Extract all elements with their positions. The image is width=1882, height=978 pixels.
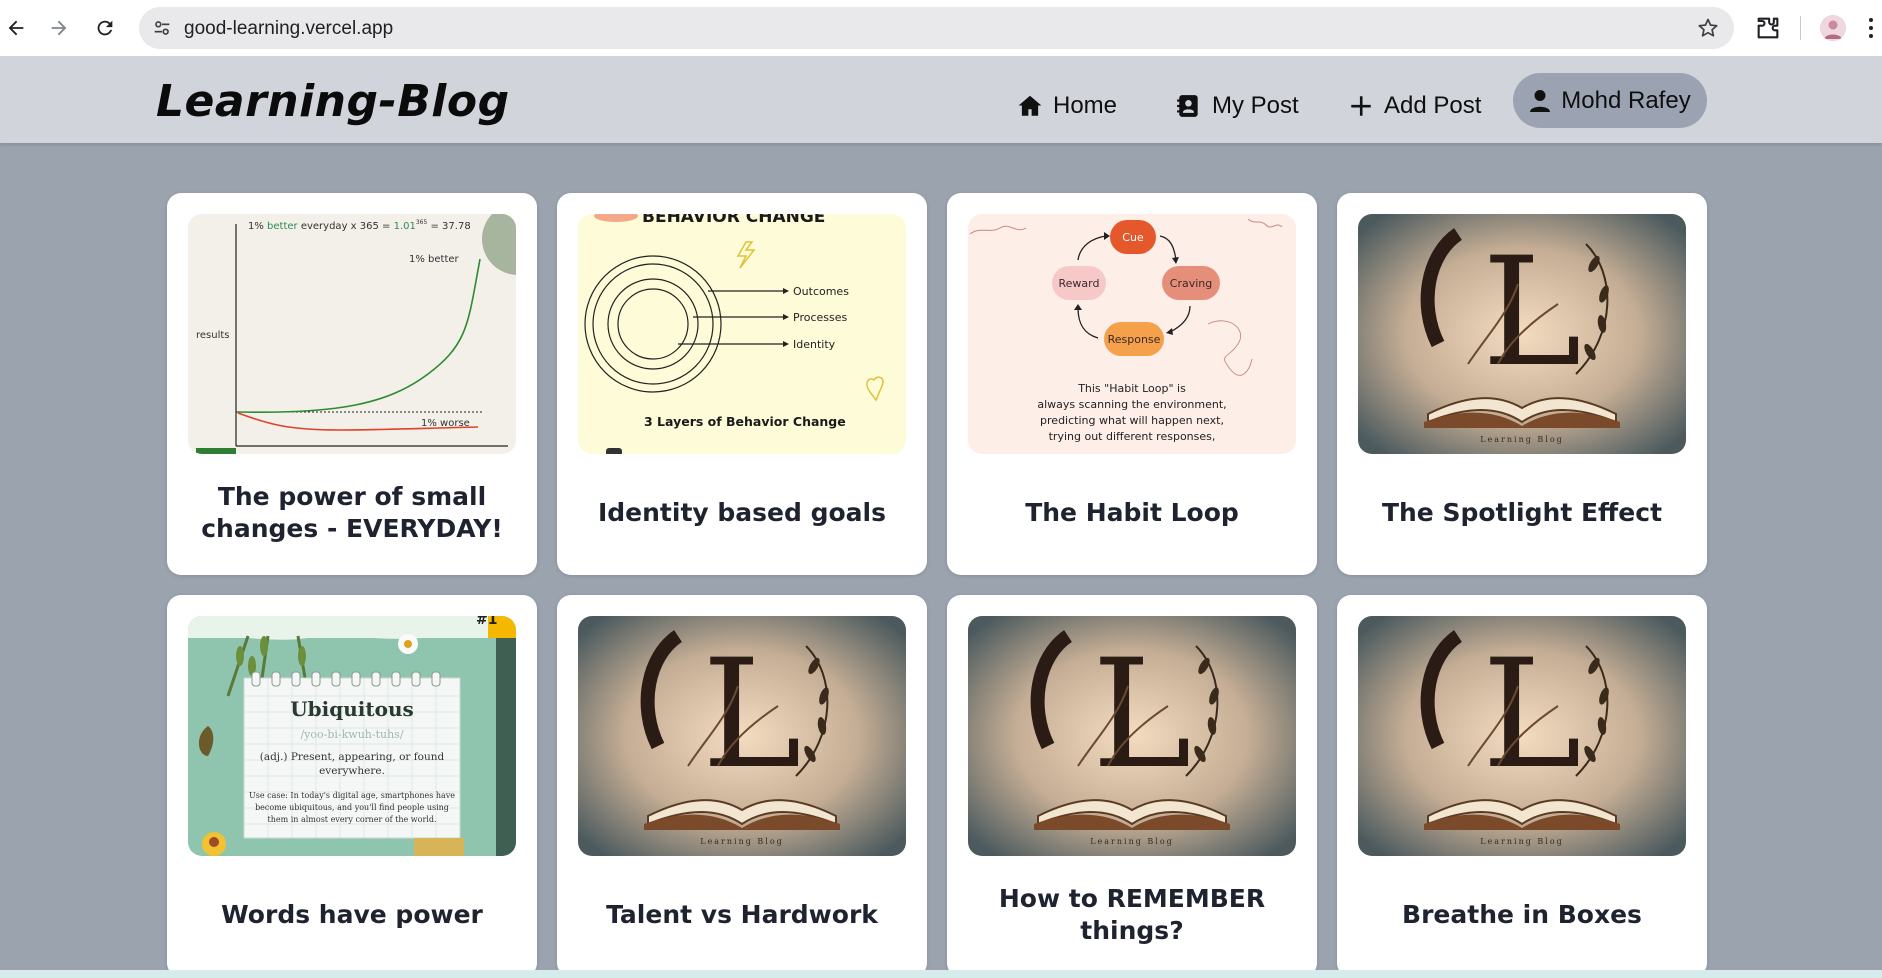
post-thumbnail[interactable]: Cue Craving Response Reward This "Habit …	[968, 214, 1296, 454]
svg-text:Learning Blog: Learning Blog	[700, 837, 784, 846]
svg-text:Craving: Craving	[1170, 277, 1212, 290]
behavior-change-image: BEHAVIOR CHANGE Outcomes Processes Ident…	[578, 214, 906, 454]
svg-text:/yoo-bi-kwuh-tuhs/: /yoo-bi-kwuh-tuhs/	[300, 728, 403, 741]
post-thumbnail[interactable]: L Learning Blog	[578, 616, 906, 856]
svg-text:Learning Blog: Learning Blog	[1090, 837, 1174, 846]
toolbar-divider	[1800, 16, 1801, 40]
site-logo[interactable]: Learning-Blog	[156, 76, 510, 127]
site-header: Learning-Blog Home My Post Add Post Mohd…	[0, 56, 1882, 143]
svg-text:L: L	[1092, 628, 1192, 802]
post-thumbnail[interactable]: L Learning Blog	[1358, 214, 1686, 454]
svg-text:1% better: 1% better	[409, 254, 460, 265]
svg-text:predicting what will happen ne: predicting what will happen next,	[1040, 414, 1224, 427]
svg-text:Response: Response	[1108, 333, 1161, 346]
svg-text:Reward: Reward	[1059, 277, 1100, 290]
svg-text:trying out different responses: trying out different responses,	[1049, 430, 1216, 443]
browser-toolbar: good-learning.vercel.app	[0, 0, 1882, 56]
post-title[interactable]: Words have power	[177, 867, 527, 963]
svg-text:(adj.) Present, appearing, or: (adj.) Present, appearing, or found	[260, 751, 445, 763]
nav-home[interactable]: Home	[1017, 86, 1117, 126]
growth-curve-image: 1% better everyday x 365 = 1.01365 = 37.…	[188, 214, 516, 454]
plus-icon	[1351, 96, 1371, 116]
post-title[interactable]: The Spotlight Effect	[1347, 465, 1697, 561]
reload-icon[interactable]	[91, 14, 119, 42]
post-title[interactable]: The Habit Loop	[957, 465, 1307, 561]
nav-my-post-label: My Post	[1212, 92, 1299, 119]
post-title[interactable]: The power of small changes - EVERYDAY!	[177, 465, 527, 561]
post-card[interactable]: L Learning Blog Talent vs Hardwork	[557, 595, 927, 977]
learning-blog-logo-image: L Learning Blog	[1358, 616, 1686, 856]
svg-text:Learning Blog: Learning Blog	[1480, 837, 1564, 846]
nav-add-post[interactable]: Add Post	[1348, 86, 1481, 126]
post-thumbnail[interactable]: L Learning Blog	[968, 616, 1296, 856]
post-title[interactable]: Identity based goals	[567, 465, 917, 561]
learning-blog-logo-image: L Learning Blog	[578, 616, 906, 856]
post-card[interactable]: BEHAVIOR CHANGE Outcomes Processes Ident…	[557, 193, 927, 575]
post-thumbnail[interactable]: 1% better everyday x 365 = 1.01365 = 37.…	[188, 214, 516, 454]
svg-text:L: L	[1482, 226, 1582, 400]
svg-text:#1: #1	[476, 616, 497, 628]
learning-blog-logo-image: L Learning Blog	[968, 616, 1296, 856]
post-title[interactable]: Breathe in Boxes	[1347, 867, 1697, 963]
svg-text:Outcomes: Outcomes	[793, 285, 849, 298]
svg-text:BEHAVIOR CHANGE: BEHAVIOR CHANGE	[642, 214, 825, 227]
post-card[interactable]: L Learning Blog Breathe in Boxes	[1337, 595, 1707, 977]
svg-text:This "Habit Loop" is: This "Habit Loop" is	[1077, 382, 1186, 395]
user-icon	[1530, 89, 1551, 112]
svg-text:always scanning the environmen: always scanning the environment,	[1037, 398, 1226, 411]
svg-text:become ubiquitous, and you'll: become ubiquitous, and you'll find peopl…	[255, 803, 449, 812]
post-card[interactable]: L Learning Blog The Spotlight Effect	[1337, 193, 1707, 575]
post-card[interactable]: L Learning Blog How to REMEMBER things?	[947, 595, 1317, 977]
bookmark-star-icon[interactable]	[1696, 16, 1720, 40]
nav-my-post[interactable]: My Post	[1176, 86, 1299, 126]
post-title[interactable]: How to REMEMBER things?	[957, 867, 1307, 963]
user-menu-button[interactable]: Mohd Rafey	[1513, 73, 1707, 128]
svg-text:everywhere.: everywhere.	[319, 765, 385, 777]
svg-text:Ubiquitous: Ubiquitous	[290, 697, 414, 721]
address-bar[interactable]: good-learning.vercel.app	[139, 7, 1734, 49]
svg-text:Identity: Identity	[793, 338, 836, 351]
ubiquitous-word-image: #1 Ubiquitous /yoo-bi-kwuh-tuhs/ (adj.) …	[188, 616, 516, 856]
profile-avatar[interactable]	[1820, 15, 1846, 41]
home-icon	[1018, 95, 1042, 116]
bottom-scroll-edge	[0, 970, 1882, 978]
user-name: Mohd Rafey	[1561, 86, 1691, 114]
site-settings-icon[interactable]	[151, 17, 173, 39]
svg-text:L: L	[702, 628, 802, 802]
habit-loop-image: Cue Craving Response Reward This "Habit …	[968, 214, 1296, 454]
svg-text:them in almost every corner of: them in almost every corner of the world…	[267, 815, 436, 824]
back-arrow-icon[interactable]	[2, 14, 30, 42]
contact-card-icon	[1177, 95, 1198, 117]
svg-text:results: results	[196, 330, 230, 341]
svg-text:Learning Blog: Learning Blog	[1480, 435, 1564, 444]
post-thumbnail[interactable]: #1 Ubiquitous /yoo-bi-kwuh-tuhs/ (adj.) …	[188, 616, 516, 856]
post-thumbnail[interactable]: BEHAVIOR CHANGE Outcomes Processes Ident…	[578, 214, 906, 454]
more-menu-icon[interactable]	[1866, 16, 1876, 40]
learning-blog-logo-image: L Learning Blog	[1358, 214, 1686, 454]
nav-home-label: Home	[1053, 92, 1118, 119]
post-title[interactable]: Talent vs Hardwork	[567, 867, 917, 963]
svg-text:Use case: In today's digital a: Use case: In today's digital age, smartp…	[249, 791, 455, 800]
svg-text:3 Layers of Behavior Change: 3 Layers of Behavior Change	[644, 414, 846, 429]
url-text[interactable]: good-learning.vercel.app	[184, 18, 393, 40]
forward-arrow-icon[interactable]	[45, 14, 73, 42]
extensions-icon[interactable]	[1754, 14, 1782, 42]
svg-text:Processes: Processes	[793, 311, 847, 324]
svg-text:L: L	[1482, 628, 1582, 802]
svg-text:1% better everyday x 365 = 1.0: 1% better everyday x 365 = 1.01365 = 37.…	[248, 219, 471, 232]
post-card[interactable]: Cue Craving Response Reward This "Habit …	[947, 193, 1317, 575]
post-thumbnail[interactable]: L Learning Blog	[1358, 616, 1686, 856]
svg-text:Cue: Cue	[1122, 231, 1144, 244]
post-card[interactable]: #1 Ubiquitous /yoo-bi-kwuh-tuhs/ (adj.) …	[167, 595, 537, 977]
nav-add-post-label: Add Post	[1384, 92, 1482, 119]
post-card[interactable]: 1% better everyday x 365 = 1.01365 = 37.…	[167, 193, 537, 575]
